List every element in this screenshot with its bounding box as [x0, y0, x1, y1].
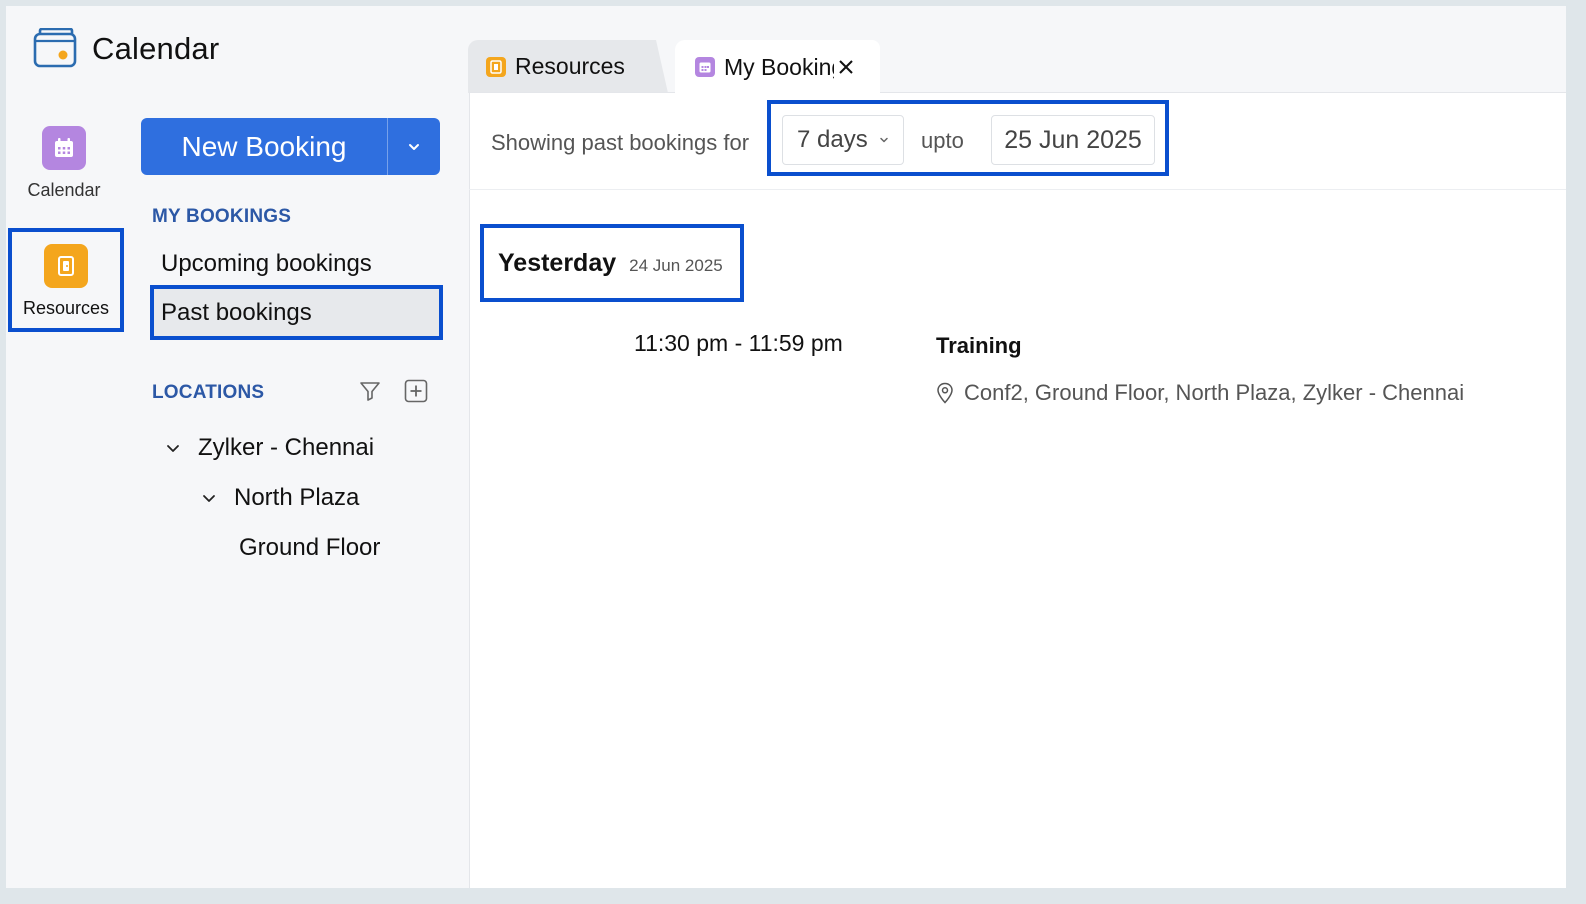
- filter-prefix-label: Showing past bookings for: [491, 130, 750, 155]
- app-header: Calendar: [32, 27, 220, 70]
- new-booking-dropdown-button[interactable]: [387, 118, 440, 175]
- booking-time: 11:30 pm - 11:59 pm: [634, 330, 843, 356]
- rail-item-label: Calendar: [27, 180, 101, 200]
- booking-location-text: Conf2, Ground Floor, North Plaza, Zylker…: [964, 380, 1465, 405]
- tree-item-label: Zylker - Chennai: [198, 434, 375, 461]
- filter-range-group: 7 days upto 25 Jun 2025: [767, 100, 1169, 176]
- tab-my-bookings[interactable]: My Bookings: [675, 40, 880, 94]
- rail-item-resources[interactable]: Resources: [8, 228, 124, 332]
- calendar-logo-icon: [32, 27, 78, 70]
- locations-heading: LOCATIONS: [152, 382, 265, 403]
- day-group-date: 24 Jun 2025: [629, 256, 723, 275]
- chevron-down-icon: [409, 143, 419, 150]
- resource-icon: [486, 56, 506, 77]
- chevron-down-icon[interactable]: [198, 487, 220, 509]
- calendar-icon: [42, 126, 86, 170]
- upto-label: upto: [921, 128, 964, 153]
- range-select[interactable]: 7 days: [782, 115, 904, 165]
- close-icon[interactable]: [836, 57, 856, 77]
- add-location-icon[interactable]: [403, 378, 429, 404]
- location-pin-icon: [937, 382, 953, 404]
- nav-upcoming-bookings[interactable]: Upcoming bookings: [151, 238, 441, 290]
- tree-item-label: Ground Floor: [239, 534, 381, 561]
- rail-item-calendar[interactable]: Calendar: [6, 126, 122, 201]
- chevron-down-icon: [879, 137, 888, 143]
- range-select-value: 7 days: [797, 126, 868, 153]
- app-title: Calendar: [92, 31, 220, 66]
- main-content: [469, 92, 1566, 888]
- rail-item-label: Resources: [22, 298, 110, 318]
- nav-past-bookings[interactable]: Past bookings: [150, 285, 443, 340]
- new-booking-label: New Booking: [181, 130, 347, 162]
- location-tree-zylker-chennai[interactable]: Zylker - Chennai: [162, 434, 374, 462]
- resource-icon: [44, 244, 88, 288]
- location-tree-ground-floor[interactable]: Ground Floor: [239, 534, 380, 562]
- chevron-down-icon[interactable]: [162, 437, 184, 459]
- my-bookings-heading: MY BOOKINGS: [152, 206, 292, 227]
- location-tree-north-plaza[interactable]: North Plaza: [198, 484, 359, 512]
- new-booking-button[interactable]: New Booking: [141, 118, 440, 175]
- tree-item-label: North Plaza: [234, 484, 360, 511]
- booking-location: Conf2, Ground Floor, North Plaza, Zylker…: [936, 380, 1464, 406]
- booking-title: Training: [936, 333, 1022, 358]
- booking-item[interactable]: 11:30 pm - 11:59 pm Training Conf2, Grou…: [476, 324, 1556, 424]
- tab-label: Resources: [515, 53, 625, 79]
- tab-label: My Bookings: [724, 53, 834, 80]
- end-date-picker[interactable]: 25 Jun 2025: [991, 115, 1155, 165]
- calendar-icon: [695, 57, 715, 77]
- day-group-title: Yesterday: [498, 248, 617, 277]
- app-window: Calendar Calendar Resources New Booking …: [6, 6, 1566, 888]
- filter-icon[interactable]: [357, 378, 383, 404]
- day-group-header: Yesterday 24 Jun 2025: [480, 224, 744, 302]
- past-bookings-filter-bar: Showing past bookings for 7 days upto 25…: [469, 96, 1566, 190]
- tab-resources[interactable]: Resources: [468, 40, 668, 93]
